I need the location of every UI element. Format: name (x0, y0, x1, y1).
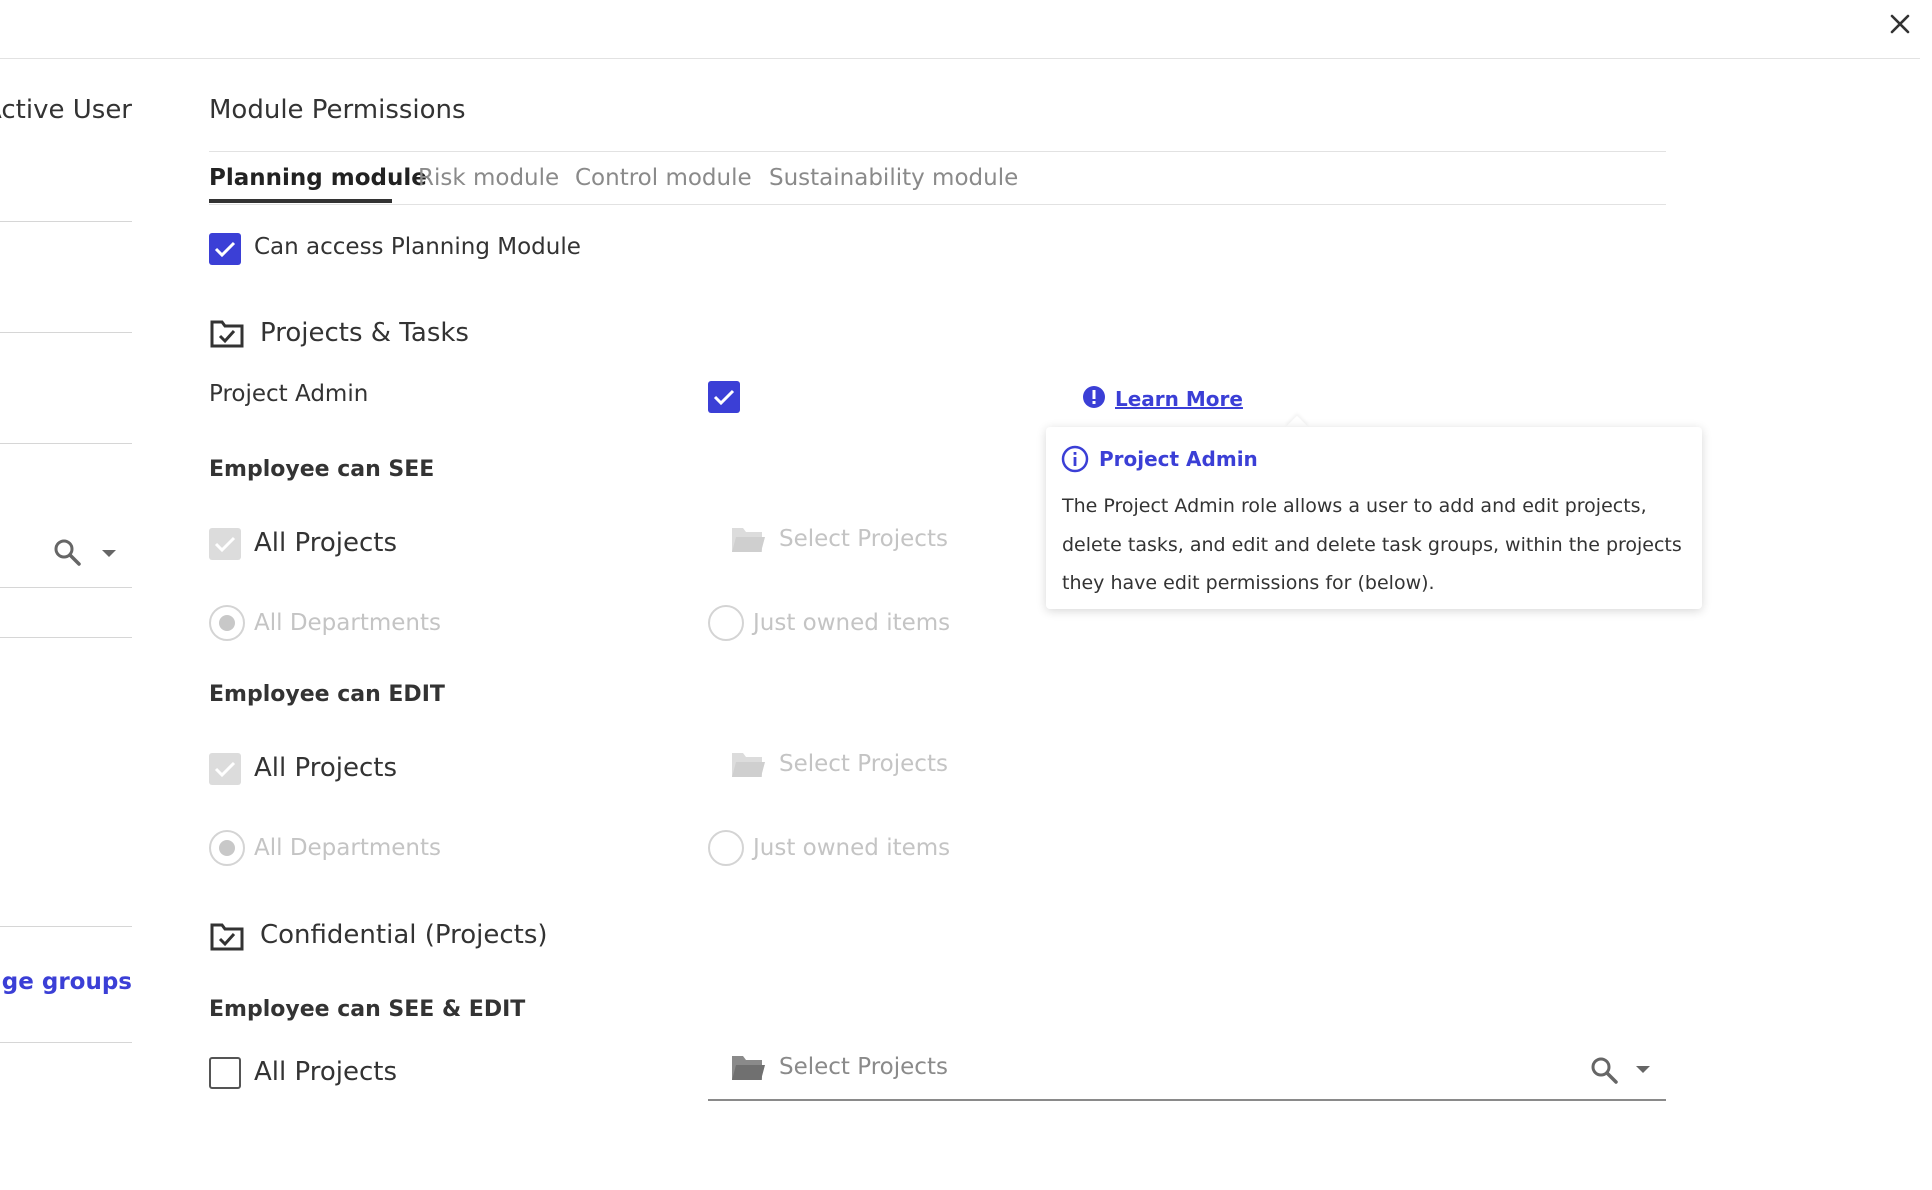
folder-check-icon (210, 320, 244, 348)
confidential-heading: Confidential (Projects) (260, 920, 548, 950)
confidential-all-projects-checkbox[interactable] (209, 1057, 241, 1089)
see-just-owned-label: Just owned items (753, 610, 951, 636)
dialog-header (0, 0, 1920, 59)
edit-all-projects-label: All Projects (254, 753, 397, 783)
close-button[interactable] (1880, 4, 1920, 44)
check-icon (713, 389, 735, 406)
tab-sustainability[interactable]: Sustainability module (769, 165, 1018, 191)
divider (209, 151, 1666, 152)
close-icon (1890, 14, 1910, 34)
learn-more-link[interactable]: Learn More (1115, 387, 1243, 411)
divider (209, 204, 1666, 205)
check-icon (214, 536, 236, 553)
see-heading: Employee can SEE (209, 457, 435, 482)
see-all-departments-radio[interactable] (209, 605, 245, 641)
divider (0, 587, 132, 588)
chevron-down-icon[interactable] (100, 547, 118, 559)
tooltip-title: Project Admin (1099, 447, 1258, 471)
folder-icon (732, 528, 765, 552)
active-user-label: Active User (0, 95, 132, 125)
search-icon[interactable] (1589, 1055, 1619, 1085)
active-tab-indicator (209, 199, 392, 203)
edit-just-owned-label: Just owned items (753, 835, 951, 861)
check-icon (214, 241, 236, 258)
project-admin-label: Project Admin (209, 381, 369, 407)
divider (0, 637, 132, 638)
divider (0, 443, 132, 444)
folder-check-icon (210, 923, 244, 951)
see-all-departments-label: All Departments (254, 610, 441, 636)
alert-icon (1083, 386, 1105, 408)
can-access-checkbox[interactable] (209, 233, 241, 265)
can-access-label: Can access Planning Module (254, 234, 581, 260)
folder-icon (732, 1056, 765, 1080)
project-admin-tooltip: Project Admin The Project Admin role all… (1046, 427, 1702, 609)
edit-heading: Employee can EDIT (209, 682, 445, 707)
info-icon (1061, 445, 1089, 473)
divider (0, 332, 132, 333)
manage-groups-link[interactable]: nage groups (0, 969, 132, 995)
left-panel: Active User nage groups (0, 59, 132, 1190)
see-all-projects-label: All Projects (254, 528, 397, 558)
page-title: Module Permissions (209, 95, 466, 125)
see-edit-heading: Employee can SEE & EDIT (209, 997, 526, 1022)
confidential-select-projects[interactable]: Select Projects (779, 1054, 948, 1080)
see-just-owned-radio[interactable] (708, 605, 744, 641)
tab-risk[interactable]: Risk module (418, 165, 559, 191)
tooltip-body: The Project Admin role allows a user to … (1062, 495, 1682, 594)
tab-control[interactable]: Control module (575, 165, 752, 191)
see-all-projects-checkbox[interactable] (209, 528, 241, 560)
see-select-projects[interactable]: Select Projects (779, 526, 948, 552)
search-icon[interactable] (52, 537, 82, 567)
edit-all-departments-radio[interactable] (209, 830, 245, 866)
edit-all-departments-label: All Departments (254, 835, 441, 861)
folder-icon (732, 753, 765, 777)
divider (0, 221, 132, 222)
projects-tasks-heading: Projects & Tasks (260, 318, 469, 348)
select-underline (708, 1099, 1666, 1101)
edit-select-projects[interactable]: Select Projects (779, 751, 948, 777)
module-permissions-panel: Module Permissions Planning module Risk … (209, 59, 1702, 1190)
divider (0, 926, 132, 927)
divider (0, 1042, 132, 1043)
check-icon (214, 761, 236, 778)
edit-all-projects-checkbox[interactable] (209, 753, 241, 785)
tab-planning[interactable]: Planning module (209, 165, 427, 191)
edit-just-owned-radio[interactable] (708, 830, 744, 866)
project-admin-checkbox[interactable] (708, 381, 740, 413)
chevron-down-icon[interactable] (1634, 1063, 1652, 1075)
confidential-all-projects-label: All Projects (254, 1057, 397, 1087)
